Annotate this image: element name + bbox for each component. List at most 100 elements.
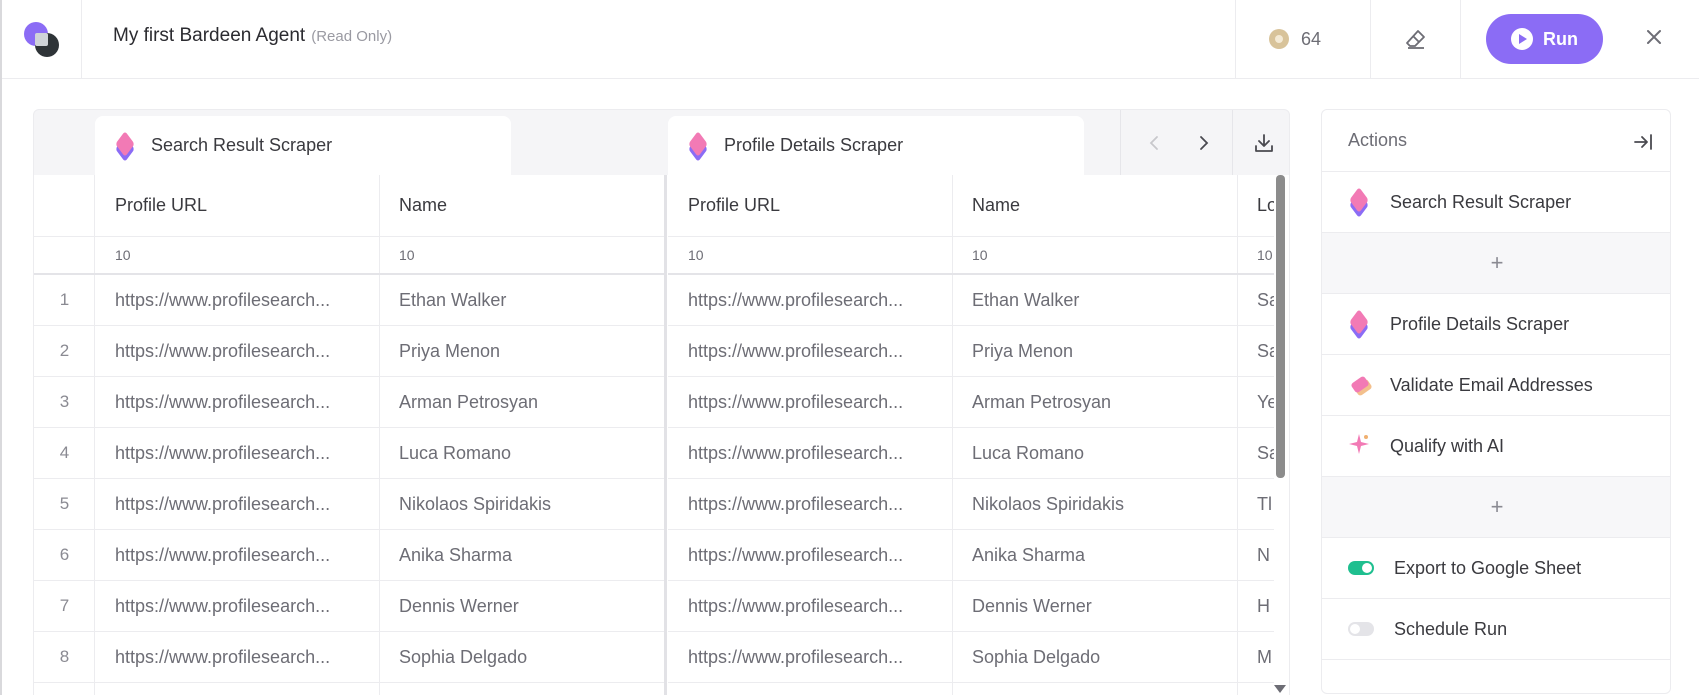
scroll-down-arrow-icon[interactable] [1274, 685, 1286, 693]
results-panel: Search Result Scraper Profile Details Sc… [33, 109, 1290, 695]
action-item[interactable]: Search Result Scraper [1322, 172, 1670, 233]
profile-url-cell[interactable]: https://www.profilesearch... [95, 326, 379, 377]
nav-divider [1232, 110, 1233, 175]
name-cell[interactable]: Sophia Delgado [379, 632, 664, 683]
agent-title: My first Bardeen Agent (Read Only) [113, 25, 392, 47]
name-cell[interactable]: Ethan Walker [379, 275, 664, 326]
location-cell[interactable]: H [1237, 581, 1274, 632]
add-action-button[interactable]: + [1322, 233, 1670, 294]
location-cell[interactable]: Sa [1237, 326, 1274, 377]
location-cell[interactable]: Sa [1237, 428, 1274, 479]
name-cell[interactable]: Anika Sharma [952, 530, 1237, 581]
read-only-label: (Read Only) [311, 28, 393, 45]
toggle-switch[interactable] [1348, 561, 1374, 575]
eraser-icon[interactable] [1404, 27, 1428, 51]
name-cell[interactable]: Luca Romano [379, 428, 664, 479]
row-index: 8 [34, 632, 95, 683]
action-label: Qualify with AI [1390, 435, 1505, 456]
name-cell[interactable]: Arman Petrosyan [952, 377, 1237, 428]
close-icon[interactable] [1642, 25, 1666, 49]
stack-icon [1348, 309, 1370, 340]
tag-icon [1348, 374, 1373, 397]
tab-profile-details-scraper[interactable]: Profile Details Scraper [668, 116, 1084, 175]
name-cell[interactable]: Anika Sharma [379, 530, 664, 581]
name-cell[interactable]: Arman Petrosyan [379, 377, 664, 428]
logo-cell [2, 0, 82, 79]
header-divider [1370, 0, 1371, 79]
actions-panel: Actions Search Result Scraper + Profile De… [1321, 109, 1671, 694]
column-count: 10 [379, 237, 664, 275]
action-label: Search Result Scraper [1390, 191, 1572, 212]
sparkle-icon [1348, 433, 1370, 460]
toggle-switch[interactable] [1348, 622, 1374, 636]
chevron-right-icon[interactable] [1191, 131, 1215, 155]
action-item[interactable]: Qualify with AI [1322, 416, 1670, 477]
top-bar: My first Bardeen Agent (Read Only) 64 Run [2, 0, 1699, 79]
location-cell[interactable]: Tl [1237, 479, 1274, 530]
profile-url-cell[interactable]: https://www.profilesearch... [668, 632, 952, 683]
action-item[interactable]: Schedule Run [1322, 599, 1670, 660]
column-header[interactable]: Name [379, 175, 664, 237]
profile-url-cell[interactable]: https://www.profilesearch... [668, 581, 952, 632]
table-nav [1120, 110, 1289, 175]
credits-counter[interactable]: 64 [1269, 26, 1321, 52]
column-header[interactable]: Name [952, 175, 1237, 237]
coin-icon [1269, 29, 1289, 49]
tab-label: Search Result Scraper [151, 135, 333, 155]
name-cell[interactable]: Dennis Werner [379, 581, 664, 632]
chevron-left-icon[interactable] [1143, 131, 1167, 155]
column-header[interactable]: Profile URL [668, 175, 952, 237]
profile-url-cell[interactable]: https://www.profilesearch... [668, 428, 952, 479]
profile-url-cell[interactable]: https://www.profilesearch... [668, 275, 952, 326]
row-index: 1 [34, 275, 95, 326]
profile-url-cell[interactable]: https://www.profilesearch... [668, 326, 952, 377]
action-item[interactable]: Validate Email Addresses [1322, 355, 1670, 416]
collapse-panel-icon[interactable] [1632, 131, 1654, 153]
action-label: Schedule Run [1394, 618, 1508, 639]
profile-url-cell[interactable]: https://www.profilesearch... [95, 632, 379, 683]
column-header[interactable]: Lo [1237, 175, 1274, 237]
profile-url-cell[interactable]: https://www.profilesearch... [668, 479, 952, 530]
profile-url-cell[interactable]: https://www.profilesearch... [95, 581, 379, 632]
location-cell[interactable]: M [1237, 632, 1274, 683]
name-cell[interactable]: Nikolaos Spiridakis [952, 479, 1237, 530]
location-cell[interactable]: N [1237, 530, 1274, 581]
profile-url-cell[interactable]: https://www.profilesearch... [95, 377, 379, 428]
name-cell[interactable]: Nikolaos Spiridakis [379, 479, 664, 530]
profile-url-cell[interactable]: https://www.profilesearch... [668, 530, 952, 581]
location-cell[interactable]: Sa [1237, 275, 1274, 326]
name-cell[interactable]: Ethan Walker [952, 275, 1237, 326]
profile-url-cell[interactable]: https://www.profilesearch... [95, 530, 379, 581]
download-icon[interactable] [1252, 131, 1276, 155]
vertical-scrollbar[interactable] [1276, 175, 1285, 478]
name-cell[interactable]: Dennis Werner [952, 581, 1237, 632]
name-cell[interactable]: Priya Menon [952, 326, 1237, 377]
column-count: 10 [952, 237, 1237, 275]
column-count: 10 [95, 237, 379, 275]
profile-url-cell[interactable]: https://www.profilesearch... [95, 428, 379, 479]
column-count: 10 [1237, 237, 1274, 275]
name-cell[interactable]: Priya Menon [379, 326, 664, 377]
profile-url-cell[interactable]: https://www.profilesearch... [95, 479, 379, 530]
column-header[interactable]: Profile URL [95, 175, 379, 237]
location-cell[interactable]: Ye [1237, 377, 1274, 428]
plus-icon: + [1490, 250, 1504, 275]
tab-label: Profile Details Scraper [724, 135, 904, 155]
run-button[interactable]: Run [1486, 14, 1603, 64]
row-index-count [34, 237, 95, 275]
action-item[interactable]: Export to Google Sheet [1322, 538, 1670, 599]
action-label: Profile Details Scraper [1390, 313, 1570, 334]
profile-url-cell[interactable]: https://www.profilesearch... [95, 275, 379, 326]
row-index: 7 [34, 581, 95, 632]
bardeen-logo-icon[interactable] [24, 22, 60, 58]
profile-url-cell[interactable]: https://www.profilesearch... [668, 377, 952, 428]
row-index: 5 [34, 479, 95, 530]
actions-header: Actions [1322, 110, 1670, 172]
actions-title: Actions [1348, 130, 1408, 150]
name-cell[interactable]: Luca Romano [952, 428, 1237, 479]
name-cell[interactable]: Sophia Delgado [952, 632, 1237, 683]
credits-value: 64 [1301, 28, 1322, 49]
tab-search-result-scraper[interactable]: Search Result Scraper [95, 116, 511, 175]
add-action-button[interactable]: + [1322, 477, 1670, 538]
action-item[interactable]: Profile Details Scraper [1322, 294, 1670, 355]
